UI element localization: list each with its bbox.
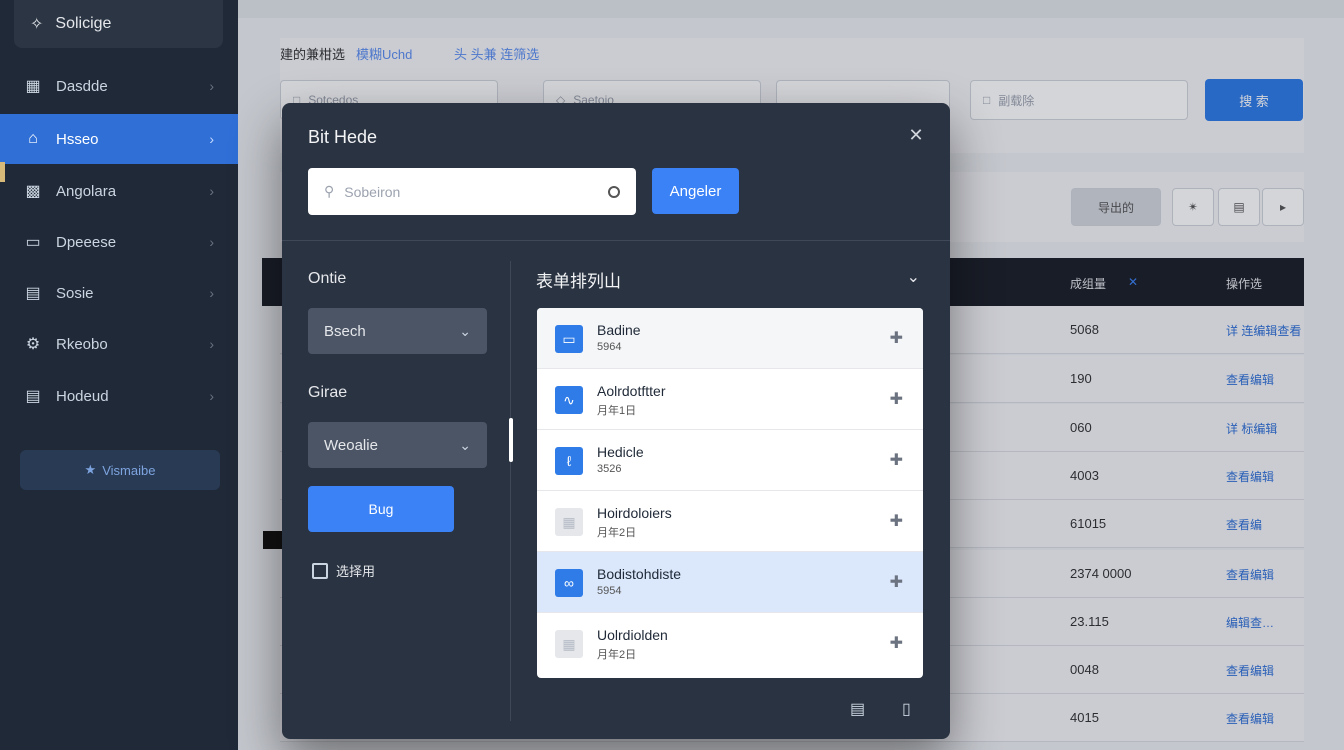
- divider: [282, 240, 950, 241]
- sidebar-item-label: Dpeeese: [56, 233, 117, 251]
- list-item[interactable]: ℓ Hedicle 3526 ✚: [537, 430, 923, 491]
- list-item-sub: 5954: [597, 585, 622, 597]
- item-list: ▭ Badine 5964 ✚ ∿ Aolrdotftter 月年1日 ✚ ℓ …: [537, 308, 923, 678]
- table-icon: ▦: [555, 630, 583, 658]
- chevron-right-icon: ›: [209, 234, 214, 250]
- chart-icon: ▩: [25, 183, 41, 200]
- search-icon: ⚲: [324, 183, 335, 199]
- window-icon: ▭: [555, 325, 583, 353]
- list-title: 表单排列山: [536, 272, 621, 291]
- modal-dialog: Bit Hede ✕ ⚲ Sobeiron Angeler Ontie Bsec…: [282, 103, 950, 739]
- chevron-down-icon: ⌄: [459, 322, 471, 339]
- list-item-sub: 月年2日: [597, 527, 637, 539]
- sidebar-bottom-button[interactable]: ★ Vismaibe: [20, 450, 220, 490]
- chevron-right-icon: ›: [209, 285, 214, 301]
- list-item-sub: 月年1日: [597, 405, 637, 417]
- sidebar-item-angolara[interactable]: ▩ Angolara ›: [0, 166, 238, 216]
- sidebar-item-label: Hsseo: [56, 130, 99, 148]
- sidebar-item-label: Angolara: [56, 182, 117, 200]
- list-item[interactable]: ∿ Aolrdotftter 月年1日 ✚: [537, 369, 923, 430]
- sidebar-item-label: Dasdde: [56, 77, 108, 95]
- list-item-sub: 月年2日: [597, 649, 637, 661]
- bookmark-icon[interactable]: ▯: [902, 699, 911, 719]
- add-icon[interactable]: ✚: [890, 450, 903, 470]
- list-item-name: Uolrdiolden: [597, 627, 668, 643]
- list-item[interactable]: ▭ Badine 5964 ✚: [537, 308, 923, 369]
- chevron-right-icon: ›: [209, 78, 214, 94]
- settings-icon: ⚙: [25, 336, 41, 353]
- grid-icon: ▦: [555, 508, 583, 536]
- list-item[interactable]: ▦ Uolrdiolden 月年2日 ✚: [537, 613, 923, 674]
- sidebar-item-label: Hodeud: [56, 387, 109, 405]
- chevron-right-icon: ›: [209, 388, 214, 404]
- chevron-right-icon: ›: [209, 183, 214, 199]
- sidebar-item-dpeeese[interactable]: ▭ Dpeeese ›: [0, 217, 238, 267]
- select-2[interactable]: Weoalie ⌄: [308, 422, 487, 468]
- select-checkbox[interactable]: 选择用: [312, 561, 375, 580]
- chevron-down-icon: ⌄: [459, 436, 471, 453]
- sidebar-item-sosie[interactable]: ▤ Sosie ›: [0, 268, 238, 318]
- add-icon[interactable]: ✚: [890, 511, 903, 531]
- pen-icon: ℓ: [555, 447, 583, 475]
- checkbox-box[interactable]: [312, 562, 328, 579]
- chevron-right-icon: ›: [209, 336, 214, 352]
- list-item[interactable]: ∞ Bodistohdiste 5954 ✚: [537, 552, 923, 613]
- briefcase-icon: ▤: [25, 285, 41, 302]
- sidebar-bottom-button-label: Vismaibe: [102, 462, 156, 478]
- sidebar-item-label: Sosie: [56, 284, 94, 302]
- card-icon: ▭: [25, 234, 41, 251]
- chart-line-icon: ∿: [555, 386, 583, 414]
- chevron-down-icon[interactable]: ⌄: [907, 267, 920, 287]
- link-icon: ∞: [555, 569, 583, 597]
- close-icon[interactable]: ✕: [906, 125, 926, 146]
- home-icon: ⌂: [28, 130, 38, 147]
- clear-icon[interactable]: [608, 185, 620, 198]
- list-item-name: Hedicle: [597, 444, 644, 460]
- save-icon[interactable]: ▤: [850, 699, 865, 719]
- modal-search-input[interactable]: ⚲ Sobeiron: [308, 168, 636, 215]
- list-item-name: Aolrdotftter: [597, 383, 666, 399]
- sidebar-item-dasdde[interactable]: ▦ Dasdde ›: [0, 61, 238, 111]
- modal-search-button[interactable]: Angeler: [652, 168, 739, 214]
- document-icon: ▤: [25, 388, 41, 405]
- search-placeholder: Sobeiron: [344, 183, 401, 200]
- brand[interactable]: ✧ Solicige: [14, 0, 223, 48]
- list-item-sub: 5964: [597, 341, 622, 353]
- sidebar-item-hodeud[interactable]: ▤ Hodeud ›: [0, 371, 238, 421]
- checkbox-label: 选择用: [336, 564, 376, 579]
- field-label-1: Ontie: [308, 270, 347, 287]
- apply-button[interactable]: Bug: [308, 486, 454, 532]
- list-item-name: Hoirdoloiers: [597, 505, 672, 521]
- add-icon[interactable]: ✚: [890, 633, 903, 653]
- modal-title: Bit Hede: [308, 127, 378, 147]
- brand-icon: ✧: [30, 16, 44, 33]
- row-marker: [263, 531, 283, 549]
- sidebar-item-rkeobo[interactable]: ⚙ Rkeobo ›: [0, 319, 238, 369]
- sidebar-item-label: Rkeobo: [56, 335, 108, 353]
- scrollbar-thumb[interactable]: [509, 418, 513, 462]
- brand-name: Solicige: [55, 15, 112, 32]
- list-item-name: Badine: [597, 322, 641, 338]
- sidebar-item-hsseo[interactable]: ⌂ Hsseo ›: [0, 114, 238, 164]
- sidebar: ✧ Solicige ▦ Dasdde › ⌂ Hsseo › ▩ Angola…: [0, 0, 238, 750]
- field-label-2: Girae: [308, 384, 348, 401]
- list-item-name: Bodistohdiste: [597, 566, 682, 582]
- chevron-right-icon: ›: [209, 131, 214, 147]
- select-2-value: Weoalie: [324, 436, 378, 454]
- column-divider: [510, 261, 511, 721]
- add-icon[interactable]: ✚: [890, 328, 903, 348]
- list-item[interactable]: ▦ Hoirdoloiers 月年2日 ✚: [537, 491, 923, 552]
- select-1[interactable]: Bsech ⌄: [308, 308, 487, 354]
- select-1-value: Bsech: [324, 322, 366, 340]
- list-item-sub: 3526: [597, 463, 622, 475]
- dashboard-icon: ▦: [25, 78, 41, 95]
- add-icon[interactable]: ✚: [890, 572, 903, 592]
- users-icon: ★: [84, 462, 97, 477]
- add-icon[interactable]: ✚: [890, 389, 903, 409]
